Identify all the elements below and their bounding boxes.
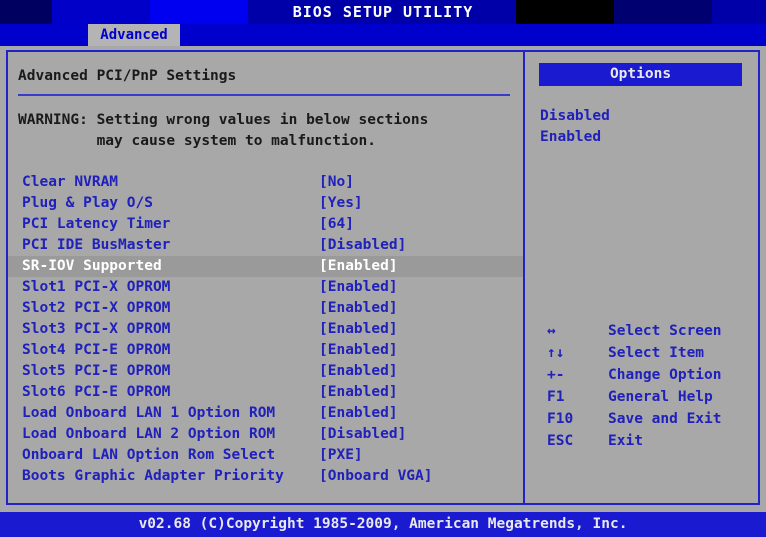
setting-value[interactable]: [Enabled] [319,340,398,361]
f1-key-icon: F1 [547,386,599,408]
setting-value[interactable]: [No] [319,172,354,193]
setting-label: Boots Graphic Adapter Priority [22,466,284,487]
setting-label: Plug & Play O/S [22,193,153,214]
warning-line-2: may cause system to malfunction. [18,133,376,149]
setting-row[interactable]: Slot3 PCI-X OPROM [Enabled] [8,319,523,340]
key-help-row: F10 Save and Exit [535,408,755,430]
esc-key-icon: ESC [547,430,599,452]
setting-row[interactable]: Slot1 PCI-X OPROM [Enabled] [8,277,523,298]
setting-row[interactable]: Load Onboard LAN 1 Option ROM [Enabled] [8,403,523,424]
setting-row[interactable]: PCI IDE BusMaster [Disabled] [8,235,523,256]
window-title: BIOS SETUP UTILITY [0,0,766,24]
key-help-row: F1 General Help [535,386,755,408]
key-help-row: ↔ Select Screen [535,320,755,342]
setting-value[interactable]: [Disabled] [319,424,406,445]
settings-pane: Advanced PCI/PnP Settings WARNING: Setti… [8,52,523,503]
setting-label: Slot5 PCI-E OPROM [22,361,170,382]
setting-value[interactable]: [Enabled] [319,256,398,277]
setting-label: PCI IDE BusMaster [22,235,170,256]
setting-value[interactable]: [64] [319,214,354,235]
setting-label: Onboard LAN Option Rom Select [22,445,275,466]
setting-row[interactable]: Slot2 PCI-X OPROM [Enabled] [8,298,523,319]
key-help-row: ↑↓ Select Item [535,342,755,364]
setting-value[interactable]: [PXE] [319,445,363,466]
setting-label: Load Onboard LAN 1 Option ROM [22,403,275,424]
setting-row[interactable]: PCI Latency Timer [64] [8,214,523,235]
setting-row[interactable]: Clear NVRAM [No] [8,172,523,193]
key-help-label: Save and Exit [608,408,722,430]
setting-label: Slot1 PCI-X OPROM [22,277,170,298]
setting-row[interactable]: Load Onboard LAN 2 Option ROM [Disabled] [8,424,523,445]
plus-minus-icon: +- [547,364,599,386]
key-help-label: Select Screen [608,320,722,342]
f10-key-icon: F10 [547,408,599,430]
setting-row[interactable]: Plug & Play O/S [Yes] [8,193,523,214]
setting-value[interactable]: [Onboard VGA] [319,466,433,487]
key-help-label: Exit [608,430,643,452]
options-header: Options [539,63,742,86]
setting-label: Load Onboard LAN 2 Option ROM [22,424,275,445]
warning-line-1: WARNING: Setting wrong values in below s… [18,112,428,128]
key-help-label: General Help [608,386,713,408]
setting-row[interactable]: Onboard LAN Option Rom Select [PXE] [8,445,523,466]
setting-value[interactable]: [Yes] [319,193,363,214]
setting-value[interactable]: [Enabled] [319,277,398,298]
setting-value[interactable]: [Enabled] [319,382,398,403]
setting-label: Slot4 PCI-E OPROM [22,340,170,361]
key-help-legend: ↔ Select Screen ↑↓ Select Item +- Change… [535,320,755,452]
title-divider [18,94,510,96]
setting-label: Slot6 PCI-E OPROM [22,382,170,403]
key-help-row: +- Change Option [535,364,755,386]
setting-label: Slot2 PCI-X OPROM [22,298,170,319]
key-help-label: Change Option [608,364,722,386]
setting-value[interactable]: [Enabled] [319,361,398,382]
option-item[interactable]: Disabled [540,106,610,127]
warning-text: WARNING: Setting wrong values in below s… [18,110,428,152]
up-down-arrow-icon: ↑↓ [547,342,599,364]
page-title: Advanced PCI/PnP Settings [18,68,236,84]
key-help-row: ESC Exit [535,430,755,452]
setting-row[interactable]: Boots Graphic Adapter Priority [Onboard … [8,466,523,487]
setting-label: Slot3 PCI-X OPROM [22,319,170,340]
setting-value[interactable]: [Enabled] [319,298,398,319]
setting-row-selected[interactable]: SR-IOV Supported [Enabled] [8,256,523,277]
setting-value[interactable]: [Enabled] [319,319,398,340]
setting-row[interactable]: Slot5 PCI-E OPROM [Enabled] [8,361,523,382]
settings-list: Clear NVRAM [No] Plug & Play O/S [Yes] P… [8,172,523,487]
setting-value[interactable]: [Disabled] [319,235,406,256]
setting-row[interactable]: Slot4 PCI-E OPROM [Enabled] [8,340,523,361]
menu-tab-bar: Advanced [0,24,766,46]
title-bar: BIOS SETUP UTILITY [0,0,766,24]
left-right-arrow-icon: ↔ [547,320,599,342]
setting-value[interactable]: [Enabled] [319,403,398,424]
options-pane: Options Disabled Enabled ↔ Select Screen… [525,52,758,503]
option-item[interactable]: Enabled [540,127,610,148]
tab-advanced[interactable]: Advanced [88,24,180,46]
copyright-footer: v02.68 (C)Copyright 1985-2009, American … [0,512,766,537]
footer-gap [0,505,766,512]
bios-setup-screen: BIOS SETUP UTILITY Advanced Advanced PCI… [0,0,766,537]
content-frame: Advanced PCI/PnP Settings WARNING: Setti… [6,50,760,505]
setting-label: PCI Latency Timer [22,214,170,235]
setting-label: Clear NVRAM [22,172,118,193]
options-list: Disabled Enabled [540,106,610,148]
setting-label: SR-IOV Supported [22,256,162,277]
key-help-label: Select Item [608,342,704,364]
setting-row[interactable]: Slot6 PCI-E OPROM [Enabled] [8,382,523,403]
